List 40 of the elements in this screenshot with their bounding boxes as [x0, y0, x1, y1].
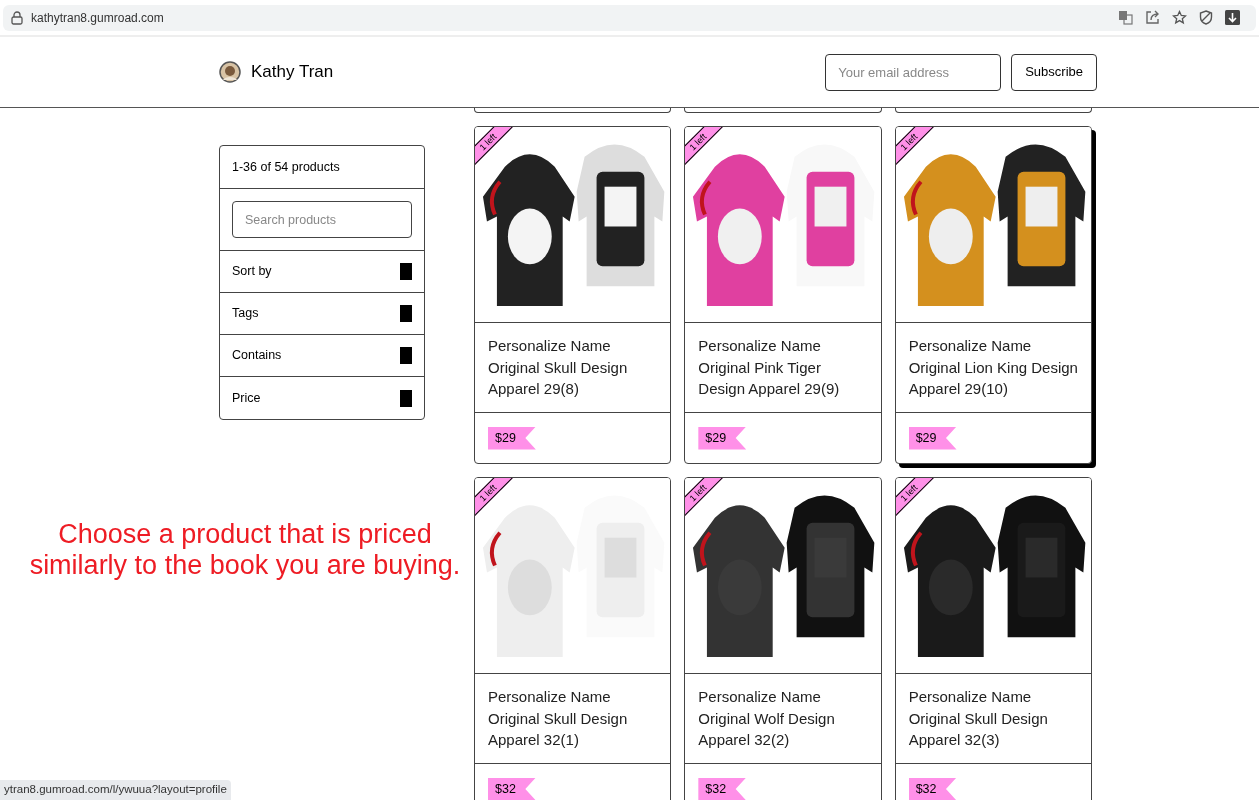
filter-toggle[interactable]: Sort by [220, 251, 424, 293]
price-tag: $29 [908, 426, 957, 450]
product-card[interactable]: 1 left Personalize Name Original Pink Tiger Design Apparel 29(9) $29 [684, 126, 882, 464]
share-icon[interactable] [1145, 10, 1160, 25]
product-card[interactable]: 1 left Personalize Name Original Skull Design Apparel 32(3) $32 [894, 477, 1092, 800]
price-tag: $29 [488, 426, 536, 450]
product-count: 1-36 of 54 products [232, 158, 340, 176]
email-field[interactable]: Your email address [825, 53, 1002, 91]
filter-toggle[interactable]: Contains [220, 335, 424, 377]
product-card[interactable]: 1 left Personalize Name Original Skull Design Apparel 32(1) $32 [474, 477, 672, 800]
price-tag: $32 [698, 777, 747, 800]
annotation-text: Choose a product that is priced similarly to the book you are buying. [28, 519, 462, 581]
price-tag: $32 [488, 777, 536, 800]
price-tag: $32 [908, 777, 957, 800]
avatar [219, 61, 241, 83]
address-bar[interactable]: kathytran8.gumroad.com [3, 4, 1256, 31]
download-icon[interactable] [1225, 10, 1240, 25]
status-url: ytran8.gumroad.com/l/ywuua?layout=profile [0, 780, 231, 800]
search-field[interactable]: Search products [232, 201, 412, 238]
product-card[interactable]: 1 left Personalize Name Original Wolf Design Apparel 32(2) $32 [684, 477, 882, 800]
product-title[interactable]: Personalize Name Original Wolf Design Apparel 32(2) [698, 686, 868, 751]
product-card[interactable]: 1 left Personalize Name Original Skull Design Apparel 29(8) $29 [474, 126, 672, 464]
product-title[interactable]: Personalize Name Original Lion King Design Apparel 29(10) [908, 335, 1078, 400]
filter-toggle[interactable]: Price [220, 377, 424, 419]
toggle-icon [400, 389, 412, 407]
toggle-icon [400, 263, 412, 280]
product-title[interactable]: Personalize Name Original Pink Tiger Design Apparel 29(9) [698, 335, 868, 400]
product-title[interactable]: Personalize Name Original Skull Design Apparel 32(3) [908, 686, 1078, 751]
subscribe-button[interactable]: Subscribe [1011, 53, 1097, 91]
product-title[interactable]: Personalize Name Original Skull Design Apparel 29(8) [488, 335, 658, 400]
price-tag: $29 [698, 426, 747, 450]
filter-toggle[interactable]: Tags [220, 293, 424, 335]
toggle-icon [400, 305, 412, 322]
shield-icon[interactable] [1199, 10, 1213, 25]
creator-name[interactable]: Kathy Tran [251, 59, 334, 85]
product-title[interactable]: Personalize Name Original Skull Design Apparel 32(1) [488, 686, 658, 751]
lock-icon [11, 10, 23, 25]
star-icon[interactable] [1172, 10, 1187, 25]
url-text: kathytran8.gumroad.com [31, 9, 164, 27]
toggle-icon [400, 347, 412, 364]
